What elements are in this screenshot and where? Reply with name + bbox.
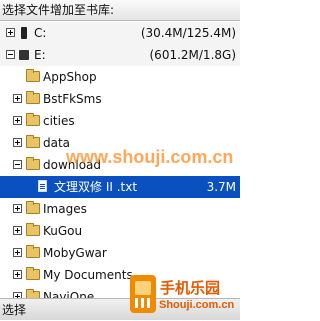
drive-space: (30.4M/125.4M) <box>140 26 236 40</box>
expand-icon[interactable] <box>13 116 22 125</box>
folder-label: cities <box>43 114 75 128</box>
memory-card-icon <box>21 27 27 39</box>
file-tree: C: (30.4M/125.4M) E: (601.2M/1.8G) AppSh… <box>0 22 240 298</box>
folder-label: AppShop <box>43 70 97 84</box>
folder-row[interactable]: Images <box>0 198 240 220</box>
folder-row[interactable]: KuGou <box>0 220 240 242</box>
select-softkey[interactable]: 选择 <box>2 303 26 317</box>
folder-label: Images <box>43 202 87 216</box>
expand-icon[interactable] <box>13 248 22 257</box>
drive-icon <box>19 50 29 60</box>
expand-icon[interactable] <box>6 28 15 37</box>
folder-row[interactable]: BstFkSms <box>0 88 240 110</box>
file-label: 文理双修 II .txt <box>54 180 138 194</box>
text-file-icon <box>38 180 47 192</box>
expand-icon[interactable] <box>13 270 22 279</box>
folder-label: download <box>43 158 102 172</box>
drive-row-c[interactable]: C: (30.4M/125.4M) <box>0 22 240 44</box>
folder-label: My Documents <box>43 268 133 282</box>
expand-icon[interactable] <box>13 138 22 147</box>
folder-icon <box>26 289 40 298</box>
expand-icon[interactable] <box>13 226 22 235</box>
phone-logo-icon <box>130 275 156 313</box>
folder-label: NaviOne <box>43 290 95 298</box>
logo-url: Shouji.com.cn <box>159 299 235 311</box>
folder-label: BstFkSms <box>43 92 102 106</box>
folder-row[interactable]: MobyGwar <box>0 242 240 264</box>
drive-space: (601.2M/1.8G) <box>149 48 237 62</box>
folder-label: MobyGwar <box>43 246 107 260</box>
folder-row[interactable]: AppShop <box>0 66 240 88</box>
folder-icon <box>26 157 40 170</box>
logo-name: 手机乐园 <box>160 280 221 297</box>
folder-icon <box>26 91 40 104</box>
folder-row[interactable]: download <box>0 154 240 176</box>
folder-icon <box>26 69 40 82</box>
drive-label: C: <box>34 26 47 40</box>
folder-icon <box>26 223 40 236</box>
folder-label: KuGou <box>43 224 83 238</box>
expand-icon[interactable] <box>13 204 22 213</box>
folder-label: data <box>43 136 71 150</box>
folder-icon <box>26 267 40 280</box>
file-row-selected[interactable]: 文理双修 II .txt 3.7M <box>0 176 240 198</box>
folder-icon <box>26 245 40 258</box>
file-size: 3.7M <box>206 180 236 194</box>
folder-icon <box>26 135 40 148</box>
drive-label: E: <box>34 48 46 62</box>
folder-row[interactable]: data <box>0 132 240 154</box>
window-title: 选择文件增加至书库: <box>0 0 240 21</box>
drive-row-e[interactable]: E: (601.2M/1.8G) <box>0 44 240 66</box>
folder-icon <box>26 201 40 214</box>
site-logo: 手机乐园 Shouji.com.cn <box>128 273 238 319</box>
folder-icon <box>26 113 40 126</box>
folder-row[interactable]: cities <box>0 110 240 132</box>
collapse-icon[interactable] <box>6 50 15 59</box>
collapse-icon[interactable] <box>13 160 22 169</box>
expand-icon[interactable] <box>13 94 22 103</box>
